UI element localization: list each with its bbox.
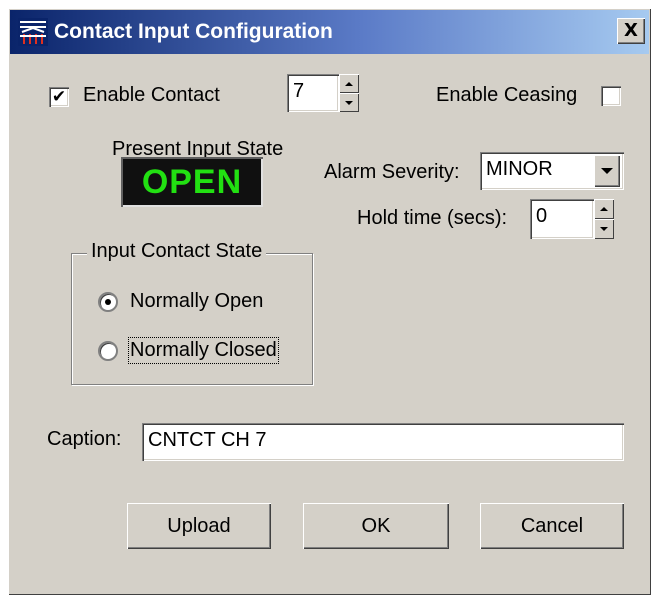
hold-time-input[interactable]: 0 <box>530 199 594 239</box>
chevron-down-icon <box>601 168 613 174</box>
normally-open-radio[interactable] <box>98 292 118 312</box>
check-mark-icon: ✔ <box>51 87 67 107</box>
hold-time-label: Hold time (secs): <box>357 207 508 229</box>
contact-number-value: 7 <box>293 80 305 102</box>
alarm-severity-dropdown-button[interactable] <box>594 155 620 187</box>
caption-value: CNTCT CH 7 <box>148 429 267 451</box>
arrow-up-icon <box>600 207 608 211</box>
window-title: Contact Input Configuration <box>54 20 333 43</box>
spin-up-button[interactable] <box>339 74 359 93</box>
enable-ceasing-checkbox[interactable] <box>601 86 621 106</box>
upload-button[interactable]: Upload <box>127 503 271 549</box>
spin-up-button[interactable] <box>594 199 614 219</box>
arrow-up-icon <box>345 81 353 86</box>
spin-down-button[interactable] <box>594 219 614 239</box>
spin-down-button[interactable] <box>339 93 359 112</box>
normally-closed-label[interactable]: Normally Closed <box>128 337 279 364</box>
title-bar[interactable]: Contact Input Configuration X <box>10 10 649 54</box>
cancel-button[interactable]: Cancel <box>480 503 624 549</box>
enable-contact-label: Enable Contact <box>83 84 220 106</box>
contact-number-input[interactable]: 7 <box>287 74 339 112</box>
ok-button[interactable]: OK <box>303 503 449 549</box>
app-icon <box>18 18 48 46</box>
enable-ceasing-label: Enable Ceasing <box>436 84 578 106</box>
enable-contact-checkbox[interactable]: ✔ <box>49 87 69 107</box>
input-contact-state-title: Input Contact State <box>87 240 267 263</box>
hold-time-value: 0 <box>536 205 548 227</box>
arrow-down-icon <box>600 227 608 231</box>
alarm-severity-label: Alarm Severity: <box>324 161 460 183</box>
close-icon: X <box>624 20 638 41</box>
contact-number-spinner[interactable] <box>339 74 359 112</box>
radio-selected-dot <box>105 299 111 305</box>
input-contact-state-group <box>71 253 313 385</box>
normally-open-label[interactable]: Normally Open <box>130 290 263 313</box>
normally-closed-radio[interactable] <box>98 341 118 361</box>
close-button[interactable]: X <box>617 18 645 44</box>
present-state-indicator: OPEN <box>121 157 263 207</box>
hold-time-spinner[interactable] <box>594 199 614 239</box>
alarm-severity-value: MINOR <box>486 158 553 180</box>
arrow-down-icon <box>345 100 353 105</box>
caption-input[interactable]: CNTCT CH 7 <box>142 423 624 461</box>
caption-label: Caption: <box>47 428 122 450</box>
